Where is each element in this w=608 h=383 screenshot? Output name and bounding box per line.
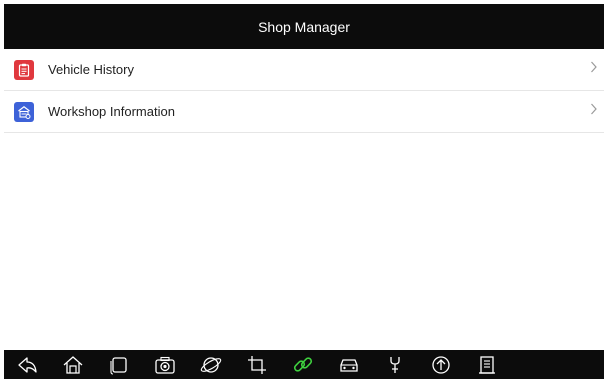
wrench-icon[interactable]: [372, 350, 418, 379]
upload-icon[interactable]: [418, 350, 464, 379]
camera-icon[interactable]: [142, 350, 188, 379]
page-title: Shop Manager: [258, 18, 350, 35]
back-icon[interactable]: [4, 350, 50, 379]
link-icon[interactable]: [280, 350, 326, 379]
chevron-right-icon: [590, 60, 598, 79]
home-icon[interactable]: [50, 350, 96, 379]
menu-item-label: Workshop Information: [48, 104, 175, 119]
crop-icon[interactable]: [234, 350, 280, 379]
recent-apps-icon[interactable]: [96, 350, 142, 379]
chevron-right-icon: [590, 102, 598, 121]
system-navigation-bar: [4, 350, 604, 379]
menu-item-vehicle-history[interactable]: Vehicle History: [4, 49, 604, 91]
car-icon[interactable]: [326, 350, 372, 379]
title-bar: Shop Manager: [4, 4, 604, 49]
clipboard-icon: [14, 59, 34, 80]
report-icon[interactable]: [464, 350, 510, 379]
browser-icon[interactable]: [188, 350, 234, 379]
garage-icon: [14, 101, 34, 122]
menu-list: Vehicle History Workshop Information: [4, 49, 604, 133]
menu-item-label: Vehicle History: [48, 62, 134, 77]
app-window: Shop Manager Vehicle History Workshop In…: [4, 4, 604, 379]
menu-item-workshop-information[interactable]: Workshop Information: [4, 91, 604, 133]
